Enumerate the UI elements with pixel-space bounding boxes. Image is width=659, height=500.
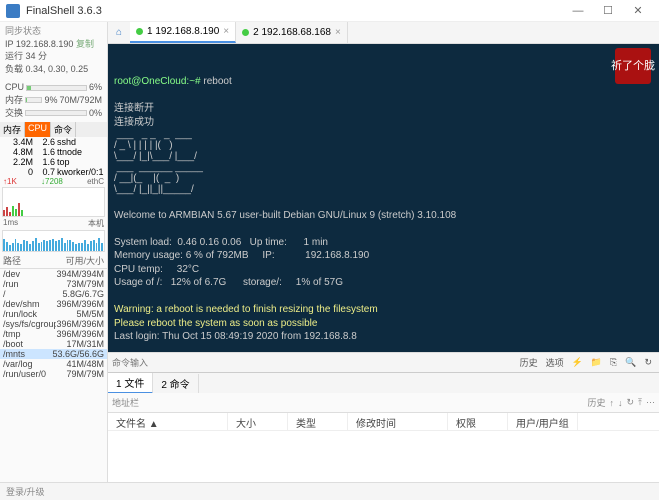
addr-label: 地址栏 [112,396,139,409]
refresh-icon[interactable]: ↻ [626,397,634,408]
options-button[interactable]: 选项 [543,355,567,370]
connection-tab[interactable]: 2 192.168.68.168× [236,22,348,43]
mem-label: 内存 [5,94,23,107]
search-icon[interactable]: 🔍 [622,356,639,369]
col-owner[interactable]: 用户/用户组 [508,413,578,430]
fs-row[interactable]: /tmp396M/396M [0,329,107,339]
fs-row[interactable]: /mnts53.6G/56.6G [0,349,107,359]
titlebar: FinalShell 3.6.3 — ☐ ✕ [0,0,659,22]
col-type[interactable]: 类型 [288,413,348,430]
folder-icon[interactable]: 📁 [588,356,605,369]
fs-row[interactable]: /dev/shm396M/396M [0,299,107,309]
status-dot-icon [242,29,249,36]
copy-icon[interactable]: ⎘ [607,356,620,369]
more-icon[interactable]: ⋯ [646,397,655,408]
fs-row[interactable]: /run/lock5M/5M [0,309,107,319]
load-label: 负载 [5,64,23,74]
refresh-icon[interactable]: ↻ [641,356,655,369]
login-upgrade-link[interactable]: 登录/升级 [6,485,45,498]
fs-row[interactable]: /var/log41M/48M [0,359,107,369]
proc-hdr-cpu[interactable]: CPU [25,122,51,137]
down-icon[interactable]: ↓ [618,398,623,408]
copy-link[interactable]: 复制 [76,39,94,49]
window-title: FinalShell 3.6.3 [26,5,563,17]
file-tab-files[interactable]: 1 文件 [108,373,153,394]
file-tab-commands[interactable]: 2 命令 [153,374,198,393]
cpu-label: CPU [5,81,24,94]
proc-hdr-cmd[interactable]: 命令 [51,122,76,137]
process-row[interactable]: 2.2M1.6top [0,157,107,167]
swap-pct: 0% [89,107,102,120]
process-row[interactable]: 3.4M2.6sshd [0,137,107,147]
fs-row[interactable]: /run/user/079M/79M [0,369,107,379]
file-header: 文件名 ▲ 大小 类型 修改时间 权限 用户/用户组 [108,413,659,431]
latency-graph [2,230,105,252]
load-value: 0.34, 0.30, 0.25 [26,64,89,74]
fs-row[interactable]: /run73M/79M [0,279,107,289]
col-perm[interactable]: 权限 [448,413,508,430]
fs-row[interactable]: /sys/fs/cgroup396M/396M [0,319,107,329]
net-up: ↑1K [3,177,17,186]
status-dot-icon [136,28,143,35]
up-icon[interactable]: ↑ [609,398,614,408]
minimize-button[interactable]: — [563,1,593,21]
close-tab-icon[interactable]: × [335,27,341,38]
fs-hdr-size[interactable]: 可用/大小 [65,254,104,267]
mem-val: 70M/792M [59,94,102,107]
bolt-icon[interactable]: ⚡ [569,356,586,369]
proc-hdr-mem[interactable]: 内存 [0,122,25,137]
terminal[interactable]: 祈了个胧 root@OneCloud:~# reboot 连接断开 连接成功 _… [108,44,659,352]
swap-label: 交换 [5,107,23,120]
mem-pct: 9% [44,94,57,107]
lat-host: 本机 [88,218,104,229]
address-input[interactable] [143,395,583,410]
close-button[interactable]: ✕ [623,1,653,21]
close-tab-icon[interactable]: × [223,26,229,37]
command-input[interactable] [151,358,514,368]
watermark-stamp: 祈了个胧 [615,48,651,84]
connection-tab[interactable]: 1 192.168.8.190× [130,22,236,43]
process-list: 3.4M2.6sshd4.8M1.6ttnode2.2M1.6top00.7kw… [0,137,107,177]
file-pane: 1 文件 2 命令 地址栏 历史 ↑ ↓ ↻ ⤒ ⋯ 文件名 ▲ 大小 类型 修… [108,372,659,482]
net-if: ethC [87,177,104,186]
fs-hdr-path[interactable]: 路径 [3,254,65,267]
col-size[interactable]: 大小 [228,413,288,430]
col-name[interactable]: 文件名 ▲ [108,413,228,430]
fs-row[interactable]: /boot17M/31M [0,339,107,349]
network-graph [2,187,105,217]
process-row[interactable]: 4.8M1.6ttnode [0,147,107,157]
lat-label: 1ms [3,218,18,229]
tab-bar: ⌂ 1 192.168.8.190×2 192.168.68.168× [108,22,659,44]
upload-icon[interactable]: ⤒ [638,397,642,408]
swap-bar [25,110,87,116]
fs-row[interactable]: /5.8G/6.7G [0,289,107,299]
cpu-pct: 6% [89,81,102,94]
ip-label: IP [5,39,13,49]
app-icon [6,4,20,18]
net-dn: ↓7208 [41,177,63,186]
fs-row[interactable]: /dev394M/394M [0,269,107,279]
home-icon[interactable]: ⌂ [108,25,130,41]
ip-value: 192.168.8.190 [16,39,74,49]
file-history-button[interactable]: 历史 [587,396,605,409]
fs-header: 路径可用/大小 [0,253,107,269]
sync-status-label: 同步状态 [5,26,41,36]
uptime-label: 运行 [5,51,23,61]
history-button[interactable]: 历史 [517,355,541,370]
uptime-value: 34 分 [26,51,48,61]
col-mtime[interactable]: 修改时间 [348,413,448,430]
sidebar: 同步状态 IP 192.168.8.190 复制 运行 34 分 负载 0.34… [0,22,108,482]
process-header: 内存 CPU 命令 [0,122,107,137]
cmd-input-label: 命令输入 [112,356,148,369]
process-row[interactable]: 00.7kworker/0:1 [0,167,107,177]
command-input-row: 命令输入 历史 选项 ⚡ 📁 ⎘ 🔍 ↻ [108,352,659,372]
mem-bar [25,97,42,103]
footer: 登录/升级 [0,482,659,500]
filesystem-list: /dev394M/394M/run73M/79M/5.8G/6.7G/dev/s… [0,269,107,482]
maximize-button[interactable]: ☐ [593,1,623,21]
cpu-bar [26,85,87,91]
